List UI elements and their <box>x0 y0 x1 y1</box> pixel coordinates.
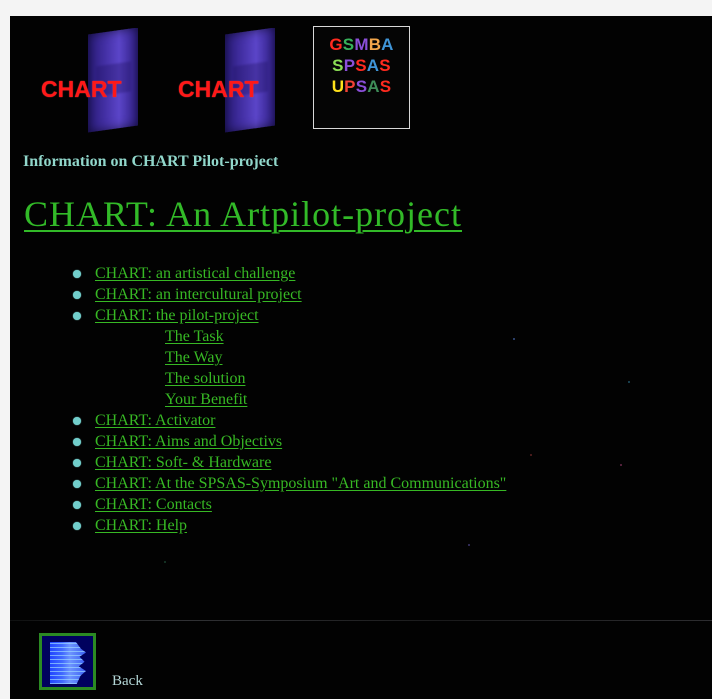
bullet-icon <box>73 312 81 320</box>
organization-logo-letter: A <box>381 35 394 54</box>
organization-logo-letter: S <box>379 77 392 96</box>
navigation-link[interactable]: CHART: an artistical challenge <box>95 263 295 284</box>
organization-logo-line: SPSAS <box>314 56 409 77</box>
organization-logo-letter: P <box>343 56 356 75</box>
footer-divider <box>10 620 712 621</box>
navigation-link[interactable]: CHART: Help <box>95 515 187 536</box>
navigation-sublink[interactable]: The Task <box>165 326 224 347</box>
navigation-link[interactable]: CHART: the pilot-project <box>95 305 259 326</box>
navigation-sublink[interactable]: Your Benefit <box>165 389 247 410</box>
background-speckle <box>468 544 470 546</box>
back-book-icon <box>50 642 86 684</box>
navigation-link[interactable]: CHART: At the SPSAS-Symposium "Art and C… <box>95 473 506 494</box>
organization-logo-letter: U <box>331 77 345 96</box>
background-speckle <box>628 381 630 383</box>
organization-logo-letter: S <box>355 56 367 75</box>
bullet-icon <box>73 270 81 278</box>
navigation-link[interactable]: CHART: Aims and Objectivs <box>95 431 282 452</box>
chart-logo-left: CHART <box>34 28 142 134</box>
organization-logo-letter: S <box>379 56 391 75</box>
navigation-link[interactable]: CHART: Soft- & Hardware <box>95 452 271 473</box>
background-speckle <box>513 338 515 340</box>
chart-logo-right: CHART <box>173 28 281 134</box>
back-button[interactable] <box>39 633 96 690</box>
organization-logo-letter: G <box>329 35 343 54</box>
back-label[interactable]: Back <box>112 673 143 690</box>
navigation-link[interactable]: CHART: an intercultural project <box>95 284 302 305</box>
bullet-icon <box>73 459 81 467</box>
organization-logo-letter: B <box>368 35 382 54</box>
chart-logo-text: CHART <box>41 76 122 102</box>
background-speckle <box>620 464 622 466</box>
navigation-sublink[interactable]: The Way <box>165 347 223 368</box>
page-title-link[interactable]: CHART: An Artpilot-project <box>24 196 462 232</box>
bullet-icon <box>73 417 81 425</box>
page-intro: Information on CHART Pilot-project <box>23 153 279 170</box>
bullet-icon <box>73 438 81 446</box>
bullet-icon <box>73 291 81 299</box>
browser-page: CHART CHART GSMBA SPSAS UPSAS Information … <box>10 16 712 699</box>
organization-logo: GSMBA SPSAS UPSAS <box>313 26 410 129</box>
organization-logo-letter: S <box>342 35 355 54</box>
organization-logo-letter: P <box>344 77 356 96</box>
organization-logo-line: GSMBA <box>314 35 409 56</box>
organization-logo-letter: S <box>355 77 368 96</box>
organization-logo-letter: S <box>332 56 344 75</box>
background-speckle <box>164 561 166 563</box>
organization-logo-letter: A <box>366 56 380 75</box>
bullet-icon <box>73 501 81 509</box>
chart-logo-text: CHART <box>178 76 259 102</box>
navigation-sublink[interactable]: The solution <box>165 368 245 389</box>
navigation-link[interactable]: CHART: Activator <box>95 410 215 431</box>
bullet-icon <box>73 522 81 530</box>
navigation-link[interactable]: CHART: Contacts <box>95 494 212 515</box>
organization-logo-line: UPSAS <box>314 77 409 98</box>
bullet-icon <box>73 480 81 488</box>
background-speckle <box>530 454 532 456</box>
organization-logo-letter: A <box>367 77 380 96</box>
organization-logo-letter: M <box>354 35 369 54</box>
